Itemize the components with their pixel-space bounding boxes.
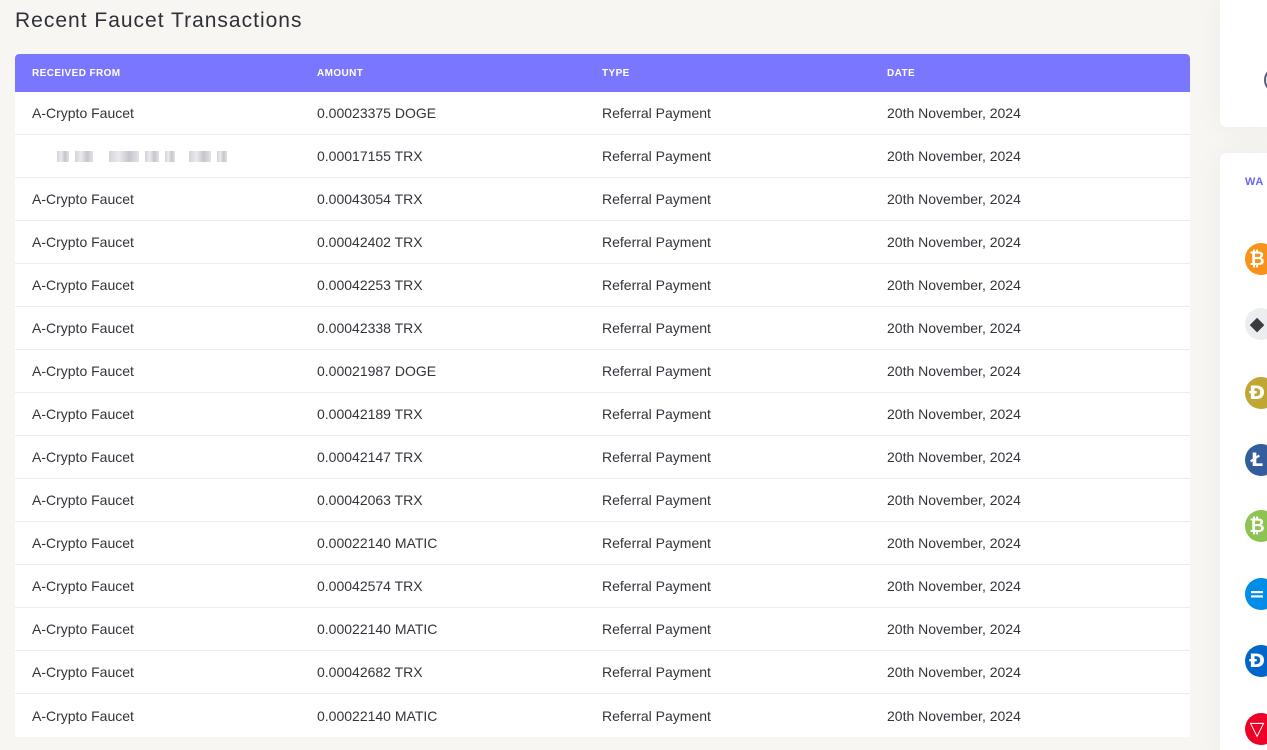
header-type: TYPE xyxy=(602,67,630,79)
cell-date: 20th November, 2024 xyxy=(887,363,1021,379)
transactions-table: RECEIVED FROM AMOUNT TYPE DATE A-Crypto … xyxy=(15,54,1190,737)
cell-type: Referral Payment xyxy=(602,234,711,250)
table-row: A-Crypto Faucet 0.00042402 TRX Referral Pa… xyxy=(15,221,1190,264)
cell-type: Referral Payment xyxy=(602,363,711,379)
cell-type: Referral Payment xyxy=(602,578,711,594)
cell-date: 20th November, 2024 xyxy=(887,492,1021,508)
cell-date: 20th November, 2024 xyxy=(887,664,1021,680)
cell-received-from xyxy=(15,149,300,163)
cell-amount: 0.00042189 TRX xyxy=(317,406,423,422)
table-row: A-Crypto Faucet 0.00042338 TRX Referral Pa… xyxy=(15,307,1190,350)
table-row: A-Crypto Faucet 0.00021987 DOGE Referral P… xyxy=(15,350,1190,393)
cell-amount: 0.00042147 TRX xyxy=(317,449,423,465)
header-date: DATE xyxy=(887,67,916,79)
cell-received-from: A-Crypto Faucet xyxy=(32,664,134,680)
cell-received-from: A-Crypto Faucet xyxy=(32,621,134,637)
table-row: A-Crypto Faucet 0.00042189 TRX Referral Pa… xyxy=(15,393,1190,436)
dogecoin-icon[interactable]: Ð xyxy=(1245,377,1267,409)
cell-received-from: A-Crypto Faucet xyxy=(32,707,134,724)
table-row: A-Crypto Faucet 0.00022140 MATIC Referral … xyxy=(15,694,1190,737)
cell-date: 20th November, 2024 xyxy=(887,707,1021,724)
bitcoin-icon[interactable]: ₿ xyxy=(1245,243,1267,275)
redacted-name xyxy=(32,149,300,163)
cell-amount: 0.00021987 DOGE xyxy=(317,363,437,379)
cell-date: 20th November, 2024 xyxy=(887,191,1021,207)
cell-date: 20th November, 2024 xyxy=(887,535,1021,551)
cell-type: Referral Payment xyxy=(602,449,711,465)
header-received-from: RECEIVED FROM xyxy=(32,67,121,79)
cell-amount: 0.00042253 TRX xyxy=(317,277,423,293)
cell-received-from: A-Crypto Faucet xyxy=(32,492,134,508)
cell-received-from: A-Crypto Faucet xyxy=(32,105,134,121)
cell-amount: 0.00042338 TRX xyxy=(317,320,423,336)
cell-type: Referral Payment xyxy=(602,105,711,121)
table-row: 0.00017155 TRX Referral Payment 20th Novem… xyxy=(15,135,1190,178)
wallet-panel: WA ₿ ◆ Ð Ł ₿ = Ɖ ▽ xyxy=(1220,153,1267,750)
cell-type: Referral Payment xyxy=(602,320,711,336)
table-row: A-Crypto Faucet 0.00042147 TRX Referral Pa… xyxy=(15,436,1190,479)
cell-amount: 0.00022140 MATIC xyxy=(317,535,438,551)
header-amount: AMOUNT xyxy=(317,67,364,79)
wallet-label: WA xyxy=(1245,176,1264,188)
table-row: A-Crypto Faucet 0.00042574 TRX Referral Pa… xyxy=(15,565,1190,608)
table-row: A-Crypto Faucet 0.00043054 TRX Referral Pa… xyxy=(15,178,1190,221)
cell-date: 20th November, 2024 xyxy=(887,406,1021,422)
cell-amount: 0.00042682 TRX xyxy=(317,664,423,680)
cell-amount: 0.00043054 TRX xyxy=(317,191,423,207)
table-row: A-Crypto Faucet 0.00022140 MATIC Referral … xyxy=(15,608,1190,651)
cell-date: 20th November, 2024 xyxy=(887,277,1021,293)
cell-amount: 0.00042402 TRX xyxy=(317,234,423,250)
cell-type: Referral Payment xyxy=(602,406,711,422)
cell-received-from: A-Crypto Faucet xyxy=(32,535,134,551)
cell-amount: 0.00022140 MATIC xyxy=(317,707,438,724)
table-body: A-Crypto Faucet 0.00023375 DOGE Referral P… xyxy=(15,92,1190,737)
cell-type: Referral Payment xyxy=(602,621,711,637)
cell-received-from: A-Crypto Faucet xyxy=(32,277,134,293)
cell-date: 20th November, 2024 xyxy=(887,105,1021,121)
cell-type: Referral Payment xyxy=(602,191,711,207)
table-row: A-Crypto Faucet 0.00022140 MATIC Referral … xyxy=(15,522,1190,565)
table-row: A-Crypto Faucet 0.00023375 DOGE Referral P… xyxy=(15,92,1190,135)
cell-date: 20th November, 2024 xyxy=(887,148,1021,164)
cell-type: Referral Payment xyxy=(602,535,711,551)
dash-icon[interactable]: = xyxy=(1245,578,1267,610)
cell-received-from: A-Crypto Faucet xyxy=(32,449,134,465)
cell-received-from: A-Crypto Faucet xyxy=(32,363,134,379)
bitcoin-cash-icon[interactable]: ₿ xyxy=(1245,510,1267,542)
page-title: Recent Faucet Transactions xyxy=(15,9,303,32)
cell-received-from: A-Crypto Faucet xyxy=(32,234,134,250)
digibyte-icon[interactable]: Ɖ xyxy=(1245,645,1267,677)
cell-type: Referral Payment xyxy=(602,277,711,293)
ethereum-icon[interactable]: ◆ xyxy=(1245,308,1267,340)
table-header: RECEIVED FROM AMOUNT TYPE DATE xyxy=(15,54,1190,92)
cell-date: 20th November, 2024 xyxy=(887,578,1021,594)
tron-icon[interactable]: ▽ xyxy=(1245,713,1267,745)
cell-amount: 0.00042063 TRX xyxy=(317,492,423,508)
page: Recent Faucet Transactions RECEIVED FROM… xyxy=(0,0,1267,750)
cell-type: Referral Payment xyxy=(602,707,711,724)
cell-date: 20th November, 2024 xyxy=(887,234,1021,250)
cell-date: 20th November, 2024 xyxy=(887,449,1021,465)
cell-date: 20th November, 2024 xyxy=(887,621,1021,637)
cell-received-from: A-Crypto Faucet xyxy=(32,578,134,594)
cell-received-from: A-Crypto Faucet xyxy=(32,191,134,207)
table-row: A-Crypto Faucet 0.00042682 TRX Referral Pa… xyxy=(15,651,1190,694)
cell-amount: 0.00022140 MATIC xyxy=(317,621,438,637)
table-row: A-Crypto Faucet 0.00042063 TRX Referral Pa… xyxy=(15,479,1190,522)
cell-type: Referral Payment xyxy=(602,664,711,680)
cell-amount: 0.00042574 TRX xyxy=(317,578,423,594)
cell-amount: 0.00023375 DOGE xyxy=(317,105,437,121)
table-row: A-Crypto Faucet 0.00042253 TRX Referral Pa… xyxy=(15,264,1190,307)
cell-received-from: A-Crypto Faucet xyxy=(32,320,134,336)
side-panel-top xyxy=(1220,0,1267,127)
cell-amount: 0.00017155 TRX xyxy=(317,148,423,164)
cell-received-from: A-Crypto Faucet xyxy=(32,406,134,422)
cell-type: Referral Payment xyxy=(602,148,711,164)
litecoin-icon[interactable]: Ł xyxy=(1245,444,1267,476)
cell-date: 20th November, 2024 xyxy=(887,320,1021,336)
cell-type: Referral Payment xyxy=(602,492,711,508)
